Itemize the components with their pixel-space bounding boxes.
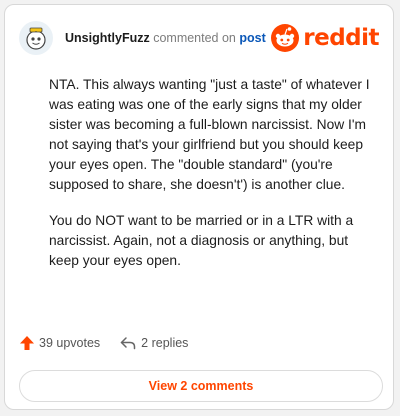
view-comments-button[interactable]: View 2 comments	[19, 370, 383, 402]
author-username[interactable]: UnsightlyFuzz	[65, 31, 150, 45]
comment-footer: 39 upvotes 2 replies	[19, 335, 188, 351]
post-link[interactable]: post	[239, 31, 265, 45]
commented-on-text: commented on	[153, 31, 236, 45]
comment-byline: UnsightlyFuzz commented on post	[65, 31, 266, 45]
comment-paragraph-1: NTA. This always wanting "just a taste" …	[49, 77, 370, 192]
comment-body: NTA. This always wanting "just a taste" …	[49, 75, 379, 287]
replies-count: 2 replies	[141, 336, 189, 350]
reddit-wordmark: reddit	[303, 25, 379, 51]
comment-card: UnsightlyFuzz commented on post reddit N…	[4, 4, 394, 410]
upvote-arrow-icon	[20, 336, 34, 350]
reply-arrow-icon	[120, 337, 136, 350]
replies-button[interactable]: 2 replies	[120, 336, 188, 350]
comment-header: UnsightlyFuzz commented on post reddit	[19, 17, 379, 59]
reddit-snoo-icon	[271, 24, 300, 52]
snoo-avatar-icon[interactable]	[19, 21, 53, 55]
upvote-button[interactable]: 39 upvotes	[19, 335, 100, 351]
reddit-logo: reddit	[270, 23, 379, 53]
upvote-count: 39 upvotes	[39, 336, 101, 350]
comment-paragraph-2: You do NOT want to be married or in a LT…	[49, 213, 354, 268]
